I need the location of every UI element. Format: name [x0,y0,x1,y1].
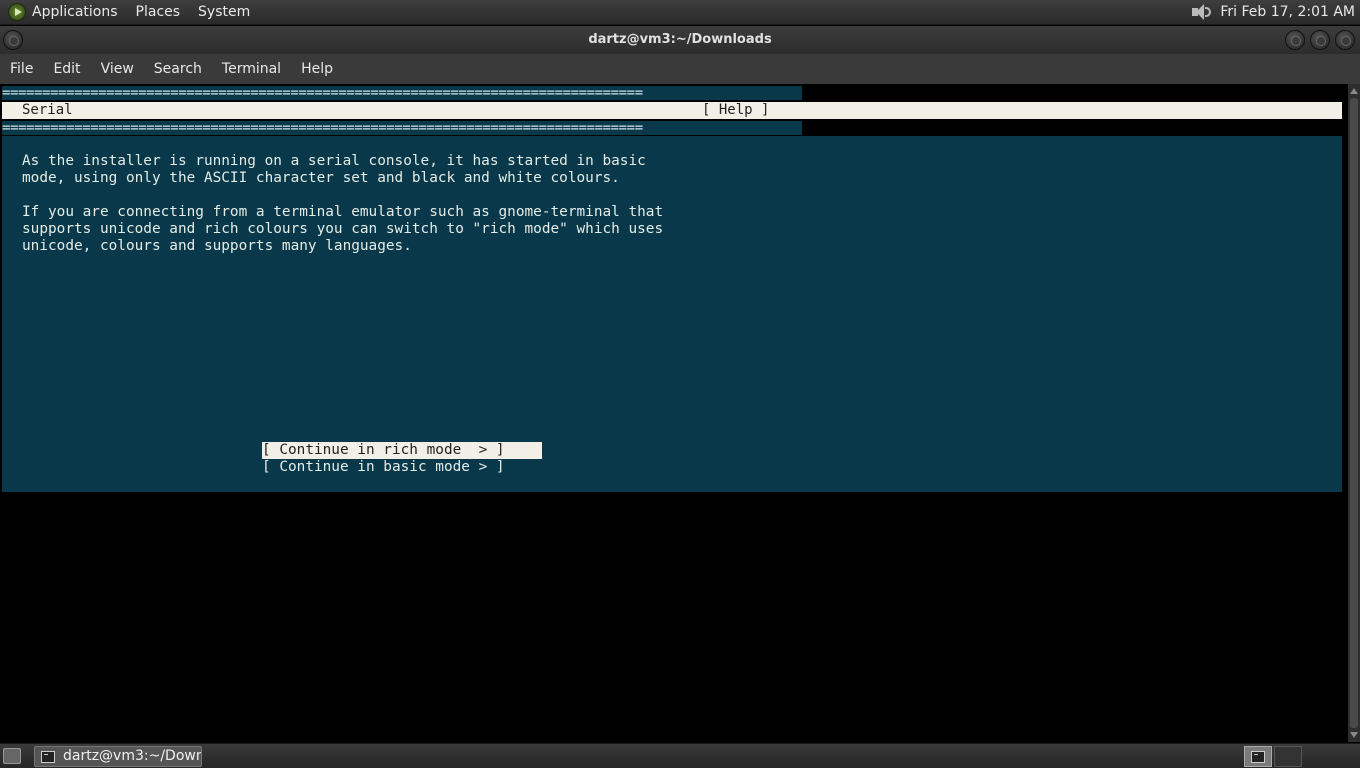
top-panel: Applications Places System Fri Feb 17, 2… [0,0,1360,25]
workspace-2[interactable] [1274,746,1302,767]
menu-view[interactable]: View [101,61,134,77]
serial-info-text: As the installer is running on a serial … [22,153,646,186]
menu-help[interactable]: Help [301,61,333,77]
header-rule-bottom: ========================================… [2,121,802,135]
workspace-terminal-icon [1251,751,1265,763]
continue-basic-mode-button[interactable]: [ Continue in basic mode > ] [262,459,542,476]
help-button[interactable]: [ Help ] [702,102,769,119]
continue-rich-mode-button[interactable]: [ Continue in rich mode > ] [262,442,542,459]
menu-file[interactable]: File [10,61,33,77]
menu-edit[interactable]: Edit [53,61,80,77]
window-title: dartz@vm3:~/Downloads [588,32,772,47]
close-button[interactable] [1335,30,1355,50]
installer-header: Serial [ Help ] [2,102,1342,119]
bottom-panel: dartz@vm3:~/Down... [0,743,1360,768]
scroll-down-icon[interactable] [1350,732,1358,738]
applications-menu[interactable]: Applications [32,4,118,20]
menu-terminal[interactable]: Terminal [222,61,281,77]
terminal-scrollbar[interactable] [1348,84,1360,742]
distro-menu-icon[interactable] [8,3,26,21]
workspace-1[interactable] [1244,746,1272,767]
installer-title: Serial [22,102,73,118]
scroll-up-icon[interactable] [1350,88,1358,94]
volume-icon[interactable] [1190,3,1212,21]
terminal-menu-bar: File Edit View Search Terminal Help [0,54,1360,84]
minimize-button[interactable] [1285,30,1305,50]
scrollbar-thumb[interactable] [1350,98,1358,728]
maximize-button[interactable] [1310,30,1330,50]
terminal-area[interactable]: ========================================… [0,84,1348,742]
clock[interactable]: Fri Feb 17, 2:01 AM [1220,4,1355,20]
places-menu[interactable]: Places [136,4,181,20]
installer-body: As the installer is running on a serial … [2,136,1342,492]
system-menu[interactable]: System [198,4,250,20]
menu-search[interactable]: Search [154,61,202,77]
task-label: dartz@vm3:~/Down... [63,748,201,764]
window-title-bar[interactable]: dartz@vm3:~/Downloads [0,26,1360,54]
taskbar-terminal-button[interactable]: dartz@vm3:~/Down... [34,746,202,767]
rich-mode-info-text: If you are connecting from a terminal em… [22,204,664,254]
show-desktop-icon[interactable] [3,748,21,764]
header-rule-top: ========================================… [2,86,802,100]
terminal-icon [41,751,55,763]
